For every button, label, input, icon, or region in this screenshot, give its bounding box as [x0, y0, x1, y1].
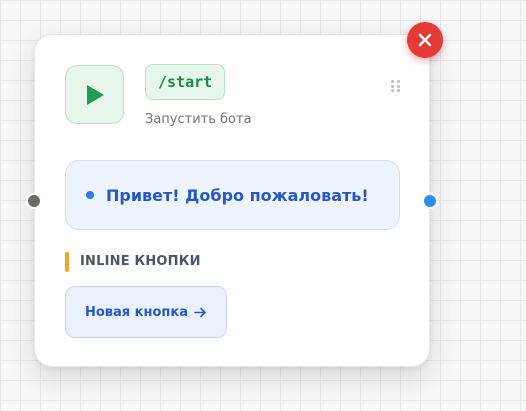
drag-handle-icon[interactable] — [391, 80, 401, 92]
play-icon — [86, 84, 104, 105]
inline-buttons-heading: INLINE КНОПКИ — [80, 254, 201, 269]
node-subtitle: Запустить бота — [145, 112, 252, 127]
inline-button-label: Новая кнопка — [85, 304, 188, 320]
message-text: Привет! Добро пожаловать! — [106, 185, 369, 205]
output-port[interactable] — [422, 193, 438, 209]
command-text: /start — [158, 73, 213, 91]
delete-node-button[interactable] — [407, 22, 443, 58]
close-icon — [418, 33, 432, 47]
message-preview[interactable]: Привет! Добро пожаловать! — [65, 160, 400, 230]
arrow-right-icon — [194, 307, 207, 318]
inline-button-item[interactable]: Новая кнопка — [65, 286, 227, 338]
section-accent-bar — [65, 252, 69, 272]
message-bullet-icon — [86, 191, 94, 199]
start-trigger-tile — [65, 65, 124, 124]
input-port[interactable] — [26, 193, 42, 209]
command-badge: /start — [145, 64, 226, 100]
